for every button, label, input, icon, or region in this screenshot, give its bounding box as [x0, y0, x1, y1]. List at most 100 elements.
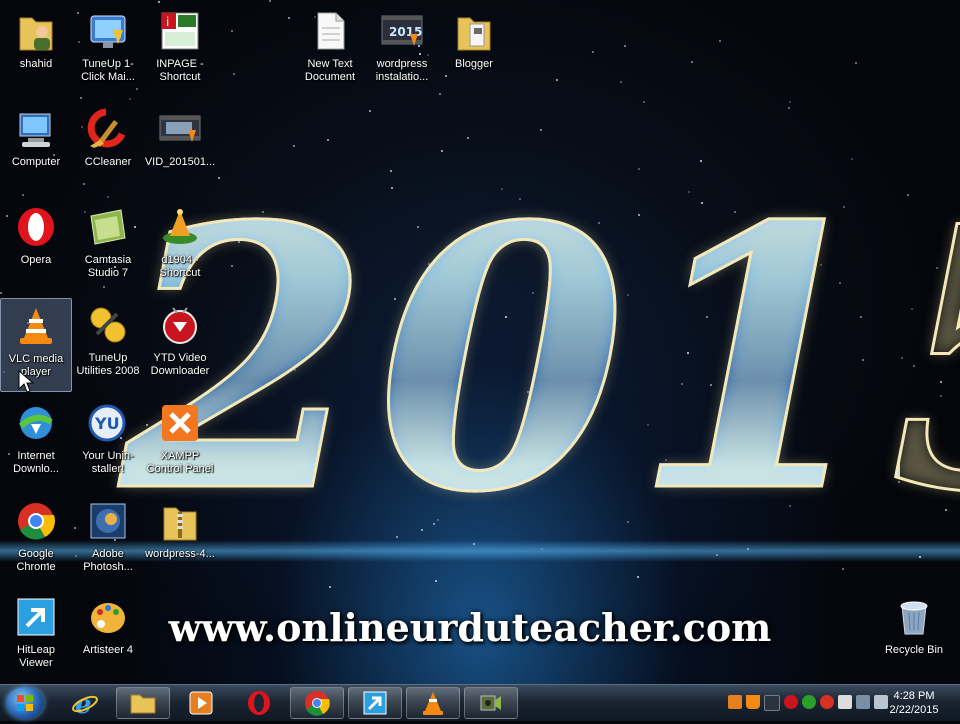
icon-label: wordpress instalatio...: [375, 58, 429, 83]
hitleap-icon: [363, 691, 387, 715]
ytd-icon: [157, 302, 203, 348]
desktop-icon-blogger[interactable]: Blogger: [438, 4, 510, 98]
desktop-icon-hitleap-viewer[interactable]: HitLeap Viewer: [0, 590, 72, 684]
sparkle-dot: [637, 576, 639, 578]
desktop-icon-computer[interactable]: Computer: [0, 102, 72, 196]
desktop-icon-recycle-bin[interactable]: Recycle Bin: [878, 590, 950, 684]
chrome-icon: [13, 498, 59, 544]
desktop-background: 2015 www.onlineurduteacher.com shahid Tu…: [0, 0, 960, 684]
wallpaper-year-art: 2015: [119, 148, 960, 571]
desktop-icon-camtasia[interactable]: Camtasia Studio 7: [72, 200, 144, 294]
desktop-icon-new-text-document[interactable]: New Text Document: [294, 4, 366, 98]
icon-label: Opera: [20, 254, 52, 266]
sparkle-dot: [129, 98, 131, 100]
idm-icon: [13, 400, 59, 446]
video-watermark: www.onlineurduteacher.com: [168, 605, 772, 650]
desktop-icon-artisteer[interactable]: Artisteer 4: [72, 590, 144, 684]
media-player-icon: [189, 691, 213, 715]
tuneup-icon: [85, 8, 131, 54]
recycle-bin-icon: [891, 594, 937, 640]
sparkle-dot: [329, 586, 331, 588]
artisteer-icon: [85, 594, 131, 640]
desktop-icon-xampp[interactable]: XAMPP Control Panel: [144, 396, 216, 490]
icon-label: Internet Downlo...: [13, 450, 59, 475]
start-orb-icon[interactable]: [6, 687, 44, 719]
sparkle-dot: [624, 45, 626, 47]
desktop-icon-internet-download-manager[interactable]: Internet Downlo...: [0, 396, 72, 490]
svg-text:i: i: [166, 15, 169, 29]
sparkle-dot: [107, 196, 109, 198]
desktop-icon-vid-file[interactable]: VID_201501...: [144, 102, 216, 196]
sparkle-dot: [435, 580, 437, 582]
taskbar-hitleap[interactable]: [348, 687, 402, 719]
tray-flag-icon[interactable]: [838, 695, 852, 709]
svg-text:2015: 2015: [389, 25, 422, 39]
icon-label: Your Unin-staller!: [82, 450, 134, 475]
icon-label: Computer: [11, 156, 61, 168]
desktop-icon-your-uninstaller[interactable]: YU Your Unin-staller!: [72, 396, 144, 490]
taskbar-internet-explorer[interactable]: e: [58, 687, 112, 719]
desktop-icon-opera[interactable]: Opera: [0, 200, 72, 294]
tray-chrome-icon[interactable]: [820, 695, 834, 709]
icon-label: wordpress-4...: [145, 548, 215, 560]
taskbar-clock[interactable]: 4:28 PM 2/22/2015: [884, 689, 944, 717]
tray-ytd-icon[interactable]: [784, 695, 798, 709]
icon-label: Recycle Bin: [884, 644, 944, 656]
clock-date: 2/22/2015: [889, 704, 939, 716]
sparkle-dot: [327, 139, 329, 141]
vlc-icon: [423, 692, 443, 715]
icon-label: YTD Video Downloader: [150, 352, 210, 377]
taskbar-file-explorer[interactable]: [116, 687, 170, 719]
sparkle-dot: [540, 129, 542, 131]
sparkle-dot: [467, 137, 469, 139]
taskbar-opera[interactable]: [232, 687, 286, 719]
ccleaner-icon: [85, 106, 131, 152]
icon-label: HitLeap Viewer: [17, 644, 55, 669]
sparkle-dot: [620, 81, 622, 83]
desktop-icon-tuneup-1click[interactable]: TuneUp 1-Click Mai...: [72, 4, 144, 98]
desktop-icon-vlc[interactable]: VLC media player: [0, 298, 72, 392]
taskbar-media-player[interactable]: [174, 687, 228, 719]
desktop-icon-d1904-shortcut[interactable]: d1904 - Shortcut: [144, 200, 216, 294]
tray-network-icon[interactable]: [856, 695, 870, 709]
desktop-icon-wordpress-zip[interactable]: wordpress-4...: [144, 494, 216, 588]
icon-label: VID_201501...: [144, 156, 216, 168]
camtasia-recorder-icon: [480, 695, 501, 711]
icon-label: TuneUp 1-Click Mai...: [81, 58, 135, 83]
tray-media-icon[interactable]: [728, 695, 742, 709]
video-file-icon: [157, 106, 203, 152]
desktop-icon-ytd[interactable]: YTD Video Downloader: [144, 298, 216, 392]
desktop-icon-tuneup-utilities[interactable]: TuneUp Utilities 2008: [72, 298, 144, 392]
opera-icon: [248, 691, 270, 715]
sparkle-dot: [855, 62, 857, 64]
sparkle-dot: [293, 145, 295, 147]
inpage-icon: i: [157, 8, 203, 54]
desktop-icon-adobe-photoshop[interactable]: Adobe Photosh...: [72, 494, 144, 588]
icon-label: INPAGE - Shortcut: [156, 58, 204, 83]
tray-vlc-icon[interactable]: [746, 695, 760, 709]
tray-idm-icon[interactable]: [802, 695, 816, 709]
icon-label: CCleaner: [84, 156, 132, 168]
sparkle-dot: [369, 110, 371, 112]
sparkle-dot: [789, 101, 791, 103]
sparkle-dot: [288, 17, 290, 19]
desktop-icon-google-chrome[interactable]: Google Chrome: [0, 494, 72, 588]
desktop-icon-ccleaner[interactable]: CCleaner: [72, 102, 144, 196]
sparkle-dot: [269, 0, 271, 2]
sparkle-dot: [592, 51, 594, 53]
sparkle-dot: [788, 107, 790, 109]
taskbar-vlc[interactable]: [406, 687, 460, 719]
uninstaller-icon: YU: [85, 400, 131, 446]
icon-label: Google Chrome: [16, 548, 56, 573]
taskbar-chrome[interactable]: [290, 687, 344, 719]
desktop-icon-shahid[interactable]: shahid: [0, 4, 72, 98]
tuneup-utilities-icon: [85, 302, 131, 348]
desktop-icon-wordpress-installation[interactable]: 2015 wordpress instalatio...: [366, 4, 438, 98]
desktop-icon-inpage[interactable]: i INPAGE - Shortcut: [144, 4, 216, 98]
tray-arrow-icon[interactable]: [764, 695, 780, 711]
sparkle-dot: [556, 79, 558, 81]
computer-icon: [13, 106, 59, 152]
taskbar-camtasia-recorder[interactable]: [464, 687, 518, 719]
zip-folder-icon: [157, 498, 203, 544]
icon-label: d1904 - Shortcut: [159, 254, 201, 279]
